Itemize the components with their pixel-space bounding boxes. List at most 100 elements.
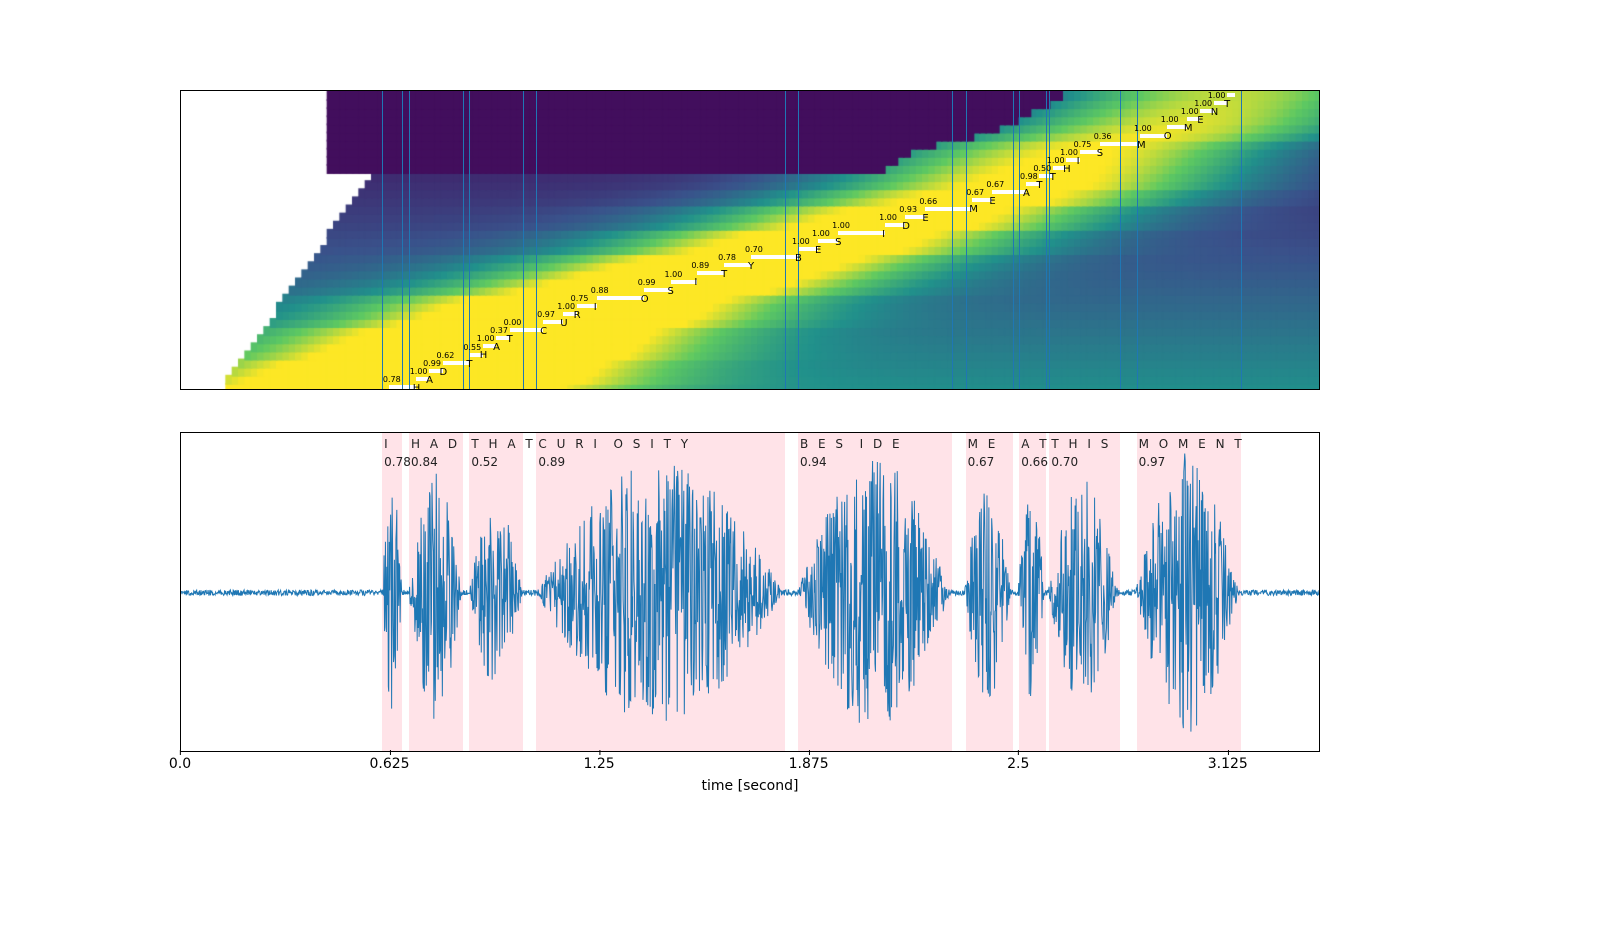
word-prob: 0.70 — [1051, 455, 1078, 469]
token-char: Y — [748, 261, 754, 272]
word-prob: 0.89 — [538, 455, 565, 469]
alignment-step — [671, 280, 698, 284]
token-char: H — [413, 383, 421, 390]
token-char: C — [540, 326, 547, 337]
token-char: A — [426, 375, 433, 386]
alignment-step — [1140, 134, 1167, 138]
word-prob: 0.67 — [968, 455, 995, 469]
token-prob: 0.36 — [1094, 132, 1112, 141]
token-char: S — [1097, 148, 1103, 159]
alignment-overlay: I0.78H1.00A0.99D0.62T0.55H1.00A0.37T0.00… — [181, 91, 1319, 389]
token-char: D — [902, 221, 910, 232]
token-prob: 0.55 — [463, 343, 481, 352]
token-char: T — [507, 334, 513, 345]
alignment-step — [644, 288, 671, 292]
token-char: I — [594, 302, 597, 313]
word-boundary-line — [402, 91, 403, 389]
token-prob: 0.67 — [986, 180, 1004, 189]
token-char: A — [1023, 188, 1030, 199]
word-boundary-line — [382, 91, 383, 389]
token-prob: 0.70 — [745, 245, 763, 254]
token-prob: 0.75 — [571, 294, 589, 303]
token-char: I — [882, 229, 885, 240]
word-boundary-line — [1019, 91, 1020, 389]
token-char: R — [574, 310, 581, 321]
token-prob: 0.99 — [638, 278, 656, 287]
word-boundary-line — [1241, 91, 1242, 389]
token-char: D — [440, 367, 448, 378]
word-boundary-line — [1120, 91, 1121, 389]
alignment-step — [992, 190, 1026, 194]
token-char: T — [1036, 180, 1042, 191]
word-boundary-line — [966, 91, 967, 389]
token-char: M — [969, 204, 978, 215]
word-labels-layer: I0.78H A D0.84T H A T0.52C U R I O S I T… — [181, 433, 1319, 751]
token-char: S — [668, 286, 674, 297]
token-char: E — [1197, 115, 1203, 126]
x-tick: 3.125 — [1208, 756, 1248, 772]
token-char: H — [1063, 164, 1071, 175]
token-char: B — [795, 253, 802, 264]
token-prob: 1.00 — [879, 213, 897, 222]
token-prob: 0.78 — [718, 253, 736, 262]
token-char: I — [1077, 156, 1080, 167]
token-char: A — [493, 342, 500, 353]
token-prob: 1.00 — [1194, 99, 1212, 108]
token-prob: 0.99 — [423, 359, 441, 368]
word-boundary-line — [1013, 91, 1014, 389]
token-prob: 1.00 — [1221, 90, 1239, 92]
word-boundary-line — [1137, 91, 1138, 389]
token-prob: 0.75 — [1074, 140, 1092, 149]
token-prob: 1.00 — [1134, 124, 1152, 133]
token-prob: 0.93 — [899, 205, 917, 214]
word-text: M O M E N T — [1139, 437, 1245, 451]
word-boundary-line — [785, 91, 786, 389]
x-tick: 1.25 — [584, 756, 615, 772]
token-prob: 0.00 — [504, 318, 522, 327]
word-text: T H A T — [471, 437, 535, 451]
word-boundary-line — [1049, 91, 1050, 389]
word-prob: 0.78 — [384, 455, 411, 469]
x-tick: 0.625 — [370, 756, 410, 772]
word-boundary-line — [1046, 91, 1047, 389]
token-char: S — [835, 237, 841, 248]
token-char: E — [989, 196, 995, 207]
token-char: N — [1211, 107, 1218, 118]
token-prob: 1.00 — [1047, 156, 1065, 165]
token-prob: 1.00 — [1161, 115, 1179, 124]
token-char: O — [1164, 131, 1172, 142]
token-prob: 1.00 — [792, 237, 810, 246]
token-prob: 1.00 — [665, 270, 683, 279]
token-char: M — [1184, 123, 1193, 134]
token-prob: 1.00 — [477, 334, 495, 343]
word-text: A T — [1021, 437, 1049, 451]
token-prob: 1.00 — [812, 229, 830, 238]
word-prob: 0.84 — [411, 455, 438, 469]
token-prob: 0.50 — [1033, 164, 1051, 173]
x-tick: 1.875 — [789, 756, 829, 772]
alignment-step — [838, 231, 885, 235]
alignment-step — [724, 263, 751, 267]
token-char: O — [641, 294, 649, 305]
word-text: T H I S — [1051, 437, 1111, 451]
token-char: M — [1137, 140, 1146, 151]
word-text: I — [384, 437, 391, 451]
token-char: E — [922, 213, 928, 224]
alignment-step — [1227, 93, 1235, 97]
x-tick: 2.5 — [1007, 756, 1029, 772]
token-prob: 0.89 — [691, 261, 709, 270]
alignment-heatmap-axes: I0.78H1.00A0.99D0.62T0.55H1.00A0.37T0.00… — [180, 90, 1320, 390]
token-char: I — [694, 277, 697, 288]
token-char: U — [560, 318, 567, 329]
waveform-axes: I0.78H A D0.84T H A T0.52C U R I O S I T… — [180, 432, 1320, 752]
word-prob: 0.97 — [1139, 455, 1166, 469]
token-char: T — [1224, 99, 1230, 110]
token-char: T — [1050, 172, 1056, 183]
word-prob: 0.52 — [471, 455, 498, 469]
token-prob: 0.67 — [966, 188, 984, 197]
token-prob: 0.78 — [383, 375, 401, 384]
word-boundary-line — [409, 91, 410, 389]
token-char: H — [480, 350, 488, 361]
word-prob: 0.94 — [800, 455, 827, 469]
token-char: T — [466, 359, 472, 370]
